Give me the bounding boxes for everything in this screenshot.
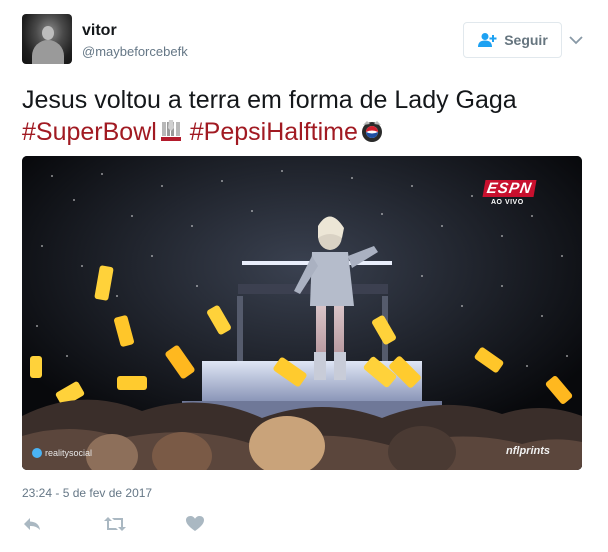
follow-button[interactable]: Seguir [463,22,562,58]
hashtag-pepsihalftime[interactable]: #PepsiHalftime [190,118,358,146]
watermark-left-text: realitysocial [45,448,93,458]
tweet-timestamp[interactable]: 23:24 - 5 de fev de 2017 [22,486,152,500]
live-label: AO VIVO [491,199,524,206]
tweet-media-image[interactable]: ESPN AO VIVO realitysocial nflprints [22,156,582,470]
reply-icon[interactable] [22,514,42,534]
follow-person-plus-icon [478,33,497,47]
chevron-down-icon[interactable] [566,30,586,50]
user-avatar[interactable] [22,14,72,64]
avatar-shoulders-shape [32,40,64,64]
tweet-text-line: Jesus voltou a terra em forma de Lady Ga… [22,86,517,114]
hashtag-superbowl[interactable]: #SuperBowl [22,118,157,146]
user-handle[interactable]: @maybeforcebefk [82,44,188,59]
avatar-head-shape [42,26,54,40]
follow-button-label: Seguir [504,32,548,48]
display-name[interactable]: vitor [82,22,117,40]
super-bowl-li-trophy-icon [160,120,181,141]
retweet-icon[interactable] [104,514,126,534]
heart-icon[interactable] [185,514,205,534]
twitter-bird-icon [32,448,42,458]
tweet-actions [22,514,222,536]
hashtag-line: #SuperBowl #PepsiHalftime [22,116,592,148]
pepsi-halftime-icon [361,121,382,142]
tweet-text: Jesus voltou a terra em forma de Lady Ga… [22,84,592,148]
watermark-right: nflprints [506,445,550,457]
watermark-left: realitysocial [32,448,92,458]
espn-logo: ESPN [482,180,537,197]
